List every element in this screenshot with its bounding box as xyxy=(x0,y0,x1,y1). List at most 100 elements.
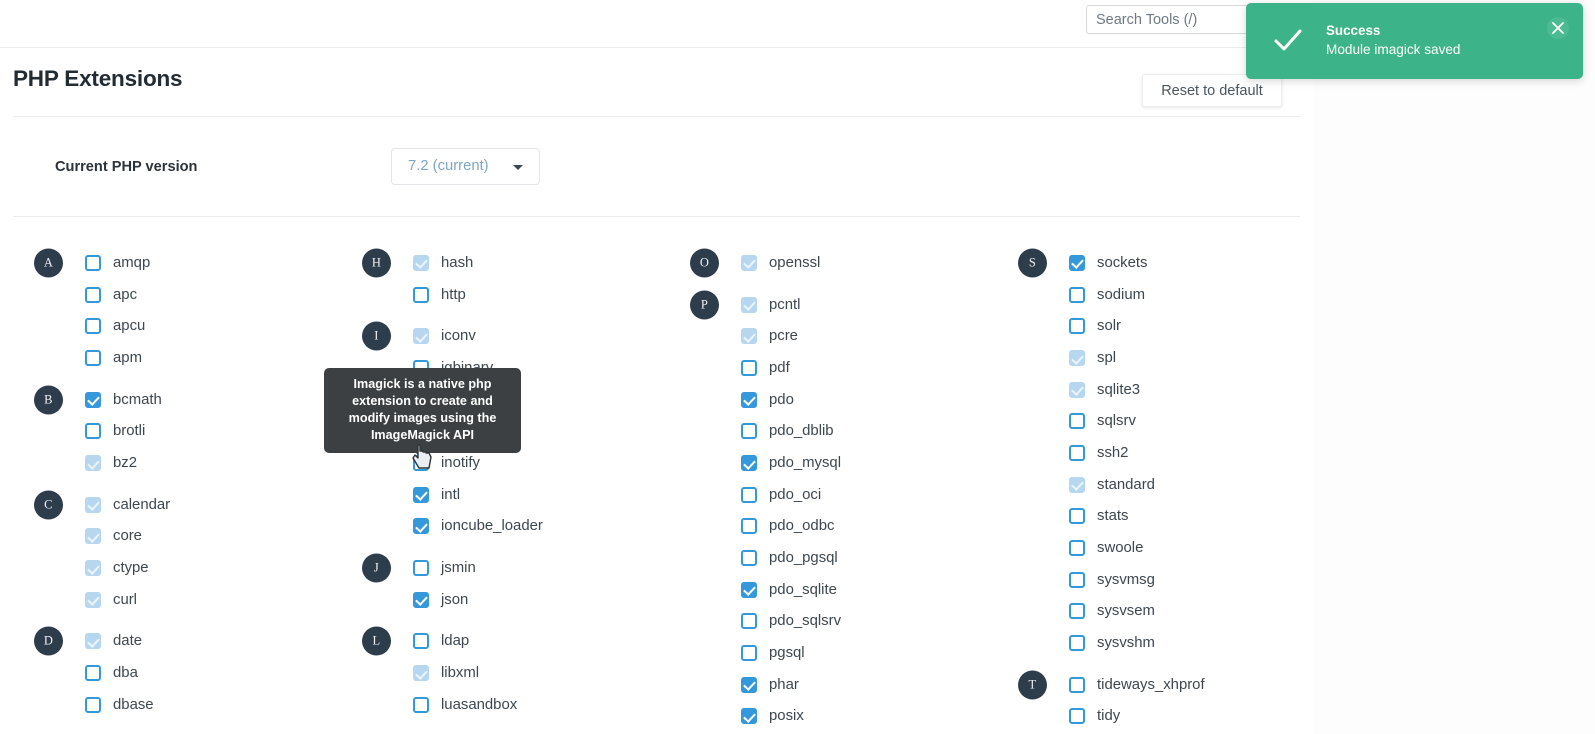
extension-checkbox-intl[interactable] xyxy=(413,486,429,503)
extension-checkbox-pdo_pgsql[interactable] xyxy=(741,550,757,567)
letter-avatar: C xyxy=(34,490,63,520)
extension-label: ctype xyxy=(113,560,149,577)
extension-checkbox-dbase[interactable] xyxy=(85,696,101,713)
extension-checkbox-tidy[interactable] xyxy=(1069,708,1085,725)
extension-checkbox-pgsql[interactable] xyxy=(741,645,757,662)
extension-row: Jjsmin xyxy=(328,552,656,584)
extension-checkbox-sockets[interactable] xyxy=(1069,254,1085,271)
extension-checkbox-posix[interactable] xyxy=(741,708,757,725)
extension-checkbox-http[interactable] xyxy=(413,286,429,303)
extension-row: intl xyxy=(328,479,656,511)
extension-checkbox-apcu[interactable] xyxy=(85,318,101,335)
extension-checkbox-pdo_dblib[interactable] xyxy=(741,423,757,440)
check-icon xyxy=(1272,25,1304,57)
extension-checkbox-core xyxy=(85,528,101,545)
letter-avatar: T xyxy=(1018,670,1047,700)
letter-avatar: I xyxy=(362,321,391,351)
letter-avatar: J xyxy=(362,553,391,583)
extension-checkbox-pcre xyxy=(741,328,757,345)
extension-row: phar xyxy=(656,669,984,701)
extension-label: sodium xyxy=(1097,286,1146,303)
extension-row: Ddate xyxy=(0,626,328,658)
extension-checkbox-pdo_sqlite[interactable] xyxy=(741,581,757,598)
extension-row: ssh2 xyxy=(984,437,1312,469)
extension-checkbox-pdo_odbc[interactable] xyxy=(741,518,757,535)
extension-row: ioncube_loader xyxy=(328,511,656,543)
extension-row: http xyxy=(328,279,656,311)
letter-avatar: B xyxy=(34,385,63,415)
extension-checkbox-standard xyxy=(1069,476,1085,493)
extension-checkbox-swoole[interactable] xyxy=(1069,540,1085,557)
extension-row: stats xyxy=(984,501,1312,533)
extension-row: pdo_sqlsrv xyxy=(656,606,984,638)
extension-checkbox-stats[interactable] xyxy=(1069,508,1085,525)
php-extensions-page: PHP Extensions Reset to default Current … xyxy=(0,0,1595,734)
extension-checkbox-sqlsrv[interactable] xyxy=(1069,413,1085,430)
extension-checkbox-bcmath[interactable] xyxy=(85,391,101,408)
extension-row: apcu xyxy=(0,310,328,342)
extension-row: Ttideways_xhprof xyxy=(984,669,1312,701)
extension-row: apc xyxy=(0,279,328,311)
extension-label: ssh2 xyxy=(1097,444,1129,461)
extension-label: json xyxy=(441,591,469,608)
extension-row: Aamqp xyxy=(0,247,328,279)
extension-checkbox-pdo[interactable] xyxy=(741,391,757,408)
extension-label: dba xyxy=(113,665,138,682)
extension-checkbox-jsmin[interactable] xyxy=(413,560,429,577)
extension-label: date xyxy=(113,633,142,650)
extensions-grid: Aamqp apc apcu apm Bbcmath brotli bz2 Ccalendar… xyxy=(0,237,1313,734)
extension-checkbox-sysvmsg[interactable] xyxy=(1069,571,1085,588)
extension-checkbox-bz2 xyxy=(85,454,101,471)
extension-row: pdo_dblib xyxy=(656,415,984,447)
extension-checkbox-apc[interactable] xyxy=(85,286,101,303)
extension-checkbox-sysvshm[interactable] xyxy=(1069,635,1085,652)
extension-checkbox-sodium[interactable] xyxy=(1069,286,1085,303)
extension-row: pdo_mysql xyxy=(656,447,984,479)
tooltip-arrow xyxy=(415,453,430,460)
extension-checkbox-phar[interactable] xyxy=(741,676,757,693)
php-version-select[interactable]: 7.2 (current) xyxy=(391,148,540,185)
extension-checkbox-dba[interactable] xyxy=(85,665,101,682)
extension-row: Iiconv xyxy=(328,320,656,352)
extension-checkbox-apm[interactable] xyxy=(85,349,101,366)
extension-checkbox-pdf[interactable] xyxy=(741,359,757,376)
extension-checkbox-sysvsem[interactable] xyxy=(1069,603,1085,620)
extension-checkbox-ldap[interactable] xyxy=(413,633,429,650)
extension-checkbox-ioncube_loader[interactable] xyxy=(413,518,429,535)
extension-label: sysvshm xyxy=(1097,635,1155,652)
extension-checkbox-solr[interactable] xyxy=(1069,318,1085,335)
extension-row: Lldap xyxy=(328,626,656,658)
extension-checkbox-pcntl xyxy=(741,296,757,313)
extension-checkbox-json[interactable] xyxy=(413,591,429,608)
extension-label: pdo_mysql xyxy=(769,454,842,471)
extension-checkbox-iconv xyxy=(413,328,429,345)
extension-checkbox-libxml xyxy=(413,665,429,682)
extension-checkbox-amqp[interactable] xyxy=(85,254,101,271)
extension-label: solr xyxy=(1097,318,1121,335)
extensions-column: Ssockets sodium solr spl sqlite3 sqlsrv ssh2 st… xyxy=(984,237,1312,734)
extension-checkbox-pdo_sqlsrv[interactable] xyxy=(741,613,757,630)
letter-avatar: A xyxy=(34,248,63,278)
extension-checkbox-brotli[interactable] xyxy=(85,423,101,440)
close-icon[interactable] xyxy=(1547,17,1569,39)
extension-checkbox-pdo_oci[interactable] xyxy=(741,486,757,503)
extension-label: standard xyxy=(1097,476,1155,493)
extension-checkbox-date xyxy=(85,633,101,650)
extension-label: sqlite3 xyxy=(1097,381,1141,398)
extension-row: Hhash xyxy=(328,247,656,279)
extension-label: pdo_oci xyxy=(769,486,822,503)
extension-checkbox-pdo_mysql[interactable] xyxy=(741,454,757,471)
extension-row: pdf xyxy=(656,352,984,384)
extension-checkbox-tideways_xhprof[interactable] xyxy=(1069,676,1085,693)
extension-row: sqlsrv xyxy=(984,405,1312,437)
toast-title: Success xyxy=(1326,23,1381,38)
extension-checkbox-hash xyxy=(413,254,429,271)
extension-row: posix xyxy=(656,701,984,733)
letter-avatar: O xyxy=(690,248,719,278)
extension-checkbox-spl xyxy=(1069,349,1085,366)
extension-checkbox-ssh2[interactable] xyxy=(1069,444,1085,461)
extension-row: json xyxy=(328,584,656,616)
page-title: PHP Extensions xyxy=(13,66,183,91)
extension-checkbox-luasandbox[interactable] xyxy=(413,696,429,713)
extension-label: curl xyxy=(113,591,137,608)
